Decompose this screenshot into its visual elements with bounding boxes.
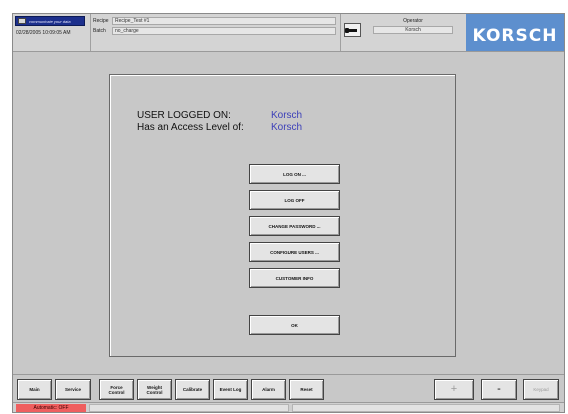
header-bar: communicate your data 02/28/2005 10:09:0… xyxy=(13,14,564,52)
batch-field: no_charge xyxy=(112,27,336,35)
nav-force-control-button[interactable]: Force Control xyxy=(99,379,134,400)
status-bar: Automatic: OFF xyxy=(13,402,564,412)
batch-label: Batch xyxy=(93,28,106,34)
brand-logo: KORSCH xyxy=(466,14,564,51)
log-on-button[interactable]: LOG ON ... xyxy=(249,164,340,184)
nav-service-button[interactable]: Service xyxy=(55,379,91,400)
configure-users-button[interactable]: CONFIGURE USERS ... xyxy=(249,242,340,262)
nav-alarm-button[interactable]: Alarm xyxy=(251,379,286,400)
log-off-button[interactable]: LOG OFF xyxy=(249,190,340,210)
user-logged-on-value: Korsch xyxy=(271,110,303,121)
recipe-field: Recipe_Test #1 xyxy=(112,17,336,25)
software-logo: communicate your data xyxy=(15,16,85,26)
login-key-button[interactable] xyxy=(344,23,361,37)
status-field xyxy=(89,404,289,412)
header-divider xyxy=(90,14,91,51)
nav-event-log-button[interactable]: Event Log xyxy=(213,379,248,400)
login-dialog: USER LOGGED ON: Korsch Has an Access Lev… xyxy=(109,74,456,357)
recipe-label: Recipe xyxy=(93,18,109,24)
app-window: communicate your data 02/28/2005 10:09:0… xyxy=(12,13,565,413)
header-divider xyxy=(340,14,341,51)
nav-reset-button[interactable]: Reset xyxy=(289,379,324,400)
nav-weight-control-button[interactable]: Weight Control xyxy=(137,379,172,400)
customer-info-button[interactable]: CUSTOMER INFO xyxy=(249,268,340,288)
brand-text: KORSCH xyxy=(472,25,558,46)
datetime-display: 02/28/2005 10:09:05 AM xyxy=(16,30,71,36)
user-logged-on-label: USER LOGGED ON: xyxy=(137,110,231,121)
plus-button[interactable]: + xyxy=(434,379,474,400)
nav-main-button[interactable]: Main xyxy=(17,379,52,400)
nav-calibrate-button[interactable]: Calibrate xyxy=(175,379,210,400)
operator-field: Korsch xyxy=(373,26,453,34)
keypad-button[interactable]: Keypad xyxy=(523,379,559,400)
access-level-value: Korsch xyxy=(271,122,303,133)
computer-icon xyxy=(18,18,26,24)
bottom-nav-bar: Main Service Force Control Weight Contro… xyxy=(13,374,564,402)
ok-button[interactable]: OK xyxy=(249,315,340,335)
logo-text: communicate your data xyxy=(29,18,71,24)
automatic-status: Automatic: OFF xyxy=(16,404,86,412)
change-password-button[interactable]: CHANGE PASSWORD ... xyxy=(249,216,340,236)
access-level-label: Has an Access Level of: xyxy=(137,122,244,133)
key-icon xyxy=(345,27,357,33)
status-field xyxy=(292,404,560,412)
minus-button[interactable]: - xyxy=(481,379,517,400)
operator-label: Operator xyxy=(403,18,423,24)
